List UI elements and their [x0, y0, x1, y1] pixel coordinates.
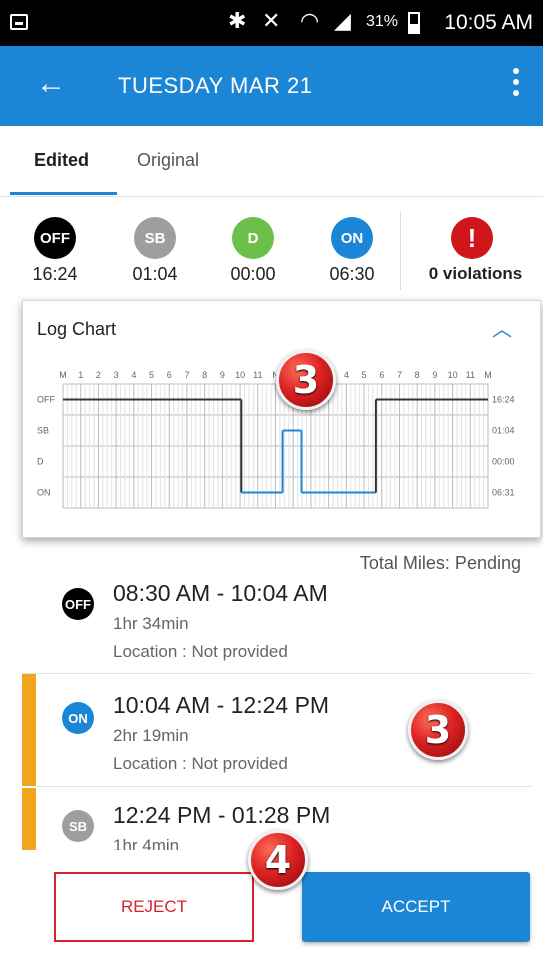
entry-location: Location : Not provided [113, 754, 288, 773]
entry-location: Location : Not provided [113, 642, 288, 661]
annotation-marker: 4 [248, 830, 308, 890]
edited-indicator [22, 674, 36, 786]
chart-grid [62, 383, 489, 509]
alert-icon: ! [451, 217, 493, 259]
status-bar: ✱ ✕ ◠ ◢ 31% 10:05 AM [0, 0, 543, 46]
log-chart-card: Log Chart ︿ M1234567891011N1234567891011… [22, 300, 541, 538]
hour-label: 7 [397, 370, 402, 380]
row-total: 01:04 [492, 426, 515, 436]
annotation-marker: 3 [276, 350, 336, 410]
back-arrow-icon[interactable]: ← [36, 66, 66, 102]
entry-divider [36, 786, 532, 787]
row-total: 16:24 [492, 395, 515, 405]
hour-label: 4 [344, 370, 349, 380]
battery-icon [408, 12, 420, 34]
hour-label: 3 [114, 370, 119, 380]
entry-duration: 1hr 4min [113, 836, 180, 850]
mute-icon: ✕ [262, 8, 281, 33]
hour-label: 6 [379, 370, 384, 380]
violations-count: 0 violations [428, 264, 523, 283]
sleeper-berth-icon: SB [62, 810, 94, 842]
hour-label: 4 [131, 370, 136, 380]
edited-indicator [22, 788, 36, 850]
hour-label: 11 [466, 370, 475, 380]
row-label: OFF [37, 395, 55, 405]
hour-label: M [484, 370, 492, 380]
hour-label: 11 [253, 370, 262, 380]
hour-label: 5 [149, 370, 154, 380]
chart-row-totals: 16:24 01:04 00:00 06:31 [492, 395, 515, 498]
wifi-icon: ◠ [300, 8, 320, 33]
entry-time-range: 12:24 PM - 01:28 PM [113, 802, 331, 828]
hour-label: 7 [184, 370, 189, 380]
tab-original[interactable]: Original [137, 150, 199, 171]
entry-duration: 2hr 19min [113, 726, 189, 745]
hour-label: 8 [415, 370, 420, 380]
hour-label: 10 [448, 370, 458, 380]
active-tab-indicator [10, 192, 117, 195]
app-bar: ← TUESDAY MAR 21 [0, 46, 543, 126]
chart-row-labels: OFF SB D ON [37, 395, 55, 498]
signal-icon: ◢ [334, 8, 351, 33]
off-duty-icon: OFF [34, 217, 76, 259]
tab-edited[interactable]: Edited [34, 150, 89, 171]
summary-divider [400, 212, 401, 290]
driving-icon: D [232, 217, 274, 259]
image-notification-icon [10, 14, 28, 30]
entry-time-range: 08:30 AM - 10:04 AM [113, 580, 328, 606]
driving-time: 00:00 [230, 264, 276, 284]
on-duty-icon: ON [331, 217, 373, 259]
off-duty-time: 16:24 [32, 264, 78, 284]
log-chart-title: Log Chart [37, 319, 117, 339]
bluetooth-icon: ✱ [228, 8, 247, 33]
accept-button[interactable]: ACCEPT [302, 872, 530, 942]
page-title: TUESDAY MAR 21 [118, 73, 313, 98]
row-label: SB [37, 426, 49, 436]
off-duty-icon: OFF [62, 588, 94, 620]
tab-divider [0, 196, 543, 197]
more-options-icon[interactable] [513, 68, 521, 101]
hour-label: M [59, 370, 67, 380]
chevron-up-icon[interactable]: ︿ [492, 313, 512, 342]
hour-label: 5 [362, 370, 367, 380]
battery-percent: 31% [366, 13, 399, 30]
hour-label: 9 [432, 370, 437, 380]
annotation-marker: 3 [408, 700, 468, 760]
row-label: ON [37, 488, 51, 498]
hour-label: 10 [235, 370, 245, 380]
on-duty-time: 06:30 [329, 264, 375, 284]
hour-label: 9 [220, 370, 225, 380]
hour-label: 6 [167, 370, 172, 380]
hour-label: 2 [96, 370, 101, 380]
hour-label: 1 [78, 370, 83, 380]
list-item[interactable]: OFF 08:30 AM - 10:04 AM 1hr 34min Locati… [0, 578, 543, 676]
reject-button[interactable]: REJECT [54, 872, 254, 942]
sleeper-berth-icon: SB [134, 217, 176, 259]
total-miles: Total Miles: Pending [359, 553, 521, 573]
entry-duration: 1hr 34min [113, 614, 189, 633]
row-total: 06:31 [492, 488, 515, 498]
on-duty-icon: ON [62, 702, 94, 734]
clock: 10:05 AM [444, 11, 533, 34]
row-label: D [37, 457, 44, 467]
row-total: 00:00 [492, 457, 515, 467]
sleeper-berth-time: 01:04 [132, 264, 178, 284]
entry-time-range: 10:04 AM - 12:24 PM [113, 692, 330, 718]
hour-label: 8 [202, 370, 207, 380]
